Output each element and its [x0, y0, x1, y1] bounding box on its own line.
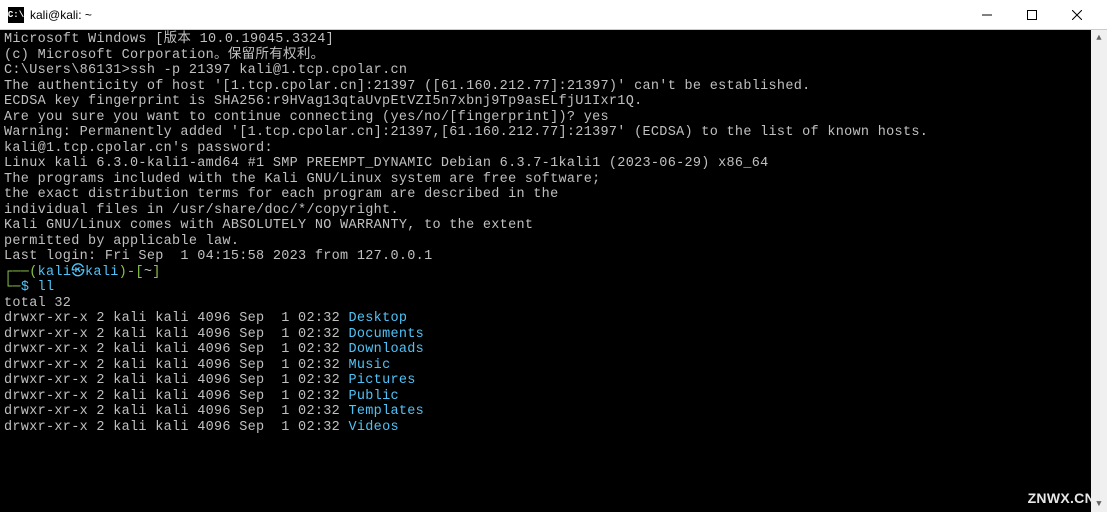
window-title: kali@kali: ~	[30, 8, 964, 22]
close-button[interactable]	[1054, 0, 1099, 30]
terminal-line: Are you sure you want to continue connec…	[4, 110, 1103, 126]
titlebar: C:\ kali@kali: ~	[0, 0, 1107, 30]
terminal-line: Microsoft Windows [版本 10.0.19045.3324]	[4, 32, 1103, 48]
kali-prompt-line2: └─$ ll	[4, 280, 1103, 296]
terminal-line: The programs included with the Kali GNU/…	[4, 172, 1103, 188]
terminal-line: Warning: Permanently added '[1.tcp.cpola…	[4, 125, 1103, 141]
kali-prompt-line1: ┌──(kali㉿kali)-[~]	[4, 265, 1103, 281]
scrollbar[interactable]: ▲ ▼	[1091, 30, 1107, 512]
ls-row: drwxr-xr-x 2 kali kali 4096 Sep 1 02:32 …	[4, 342, 1103, 358]
terminal-output[interactable]: Microsoft Windows [版本 10.0.19045.3324] (…	[0, 30, 1107, 512]
scroll-up-arrow[interactable]: ▲	[1091, 30, 1107, 46]
terminal-line: (c) Microsoft Corporation。保留所有权利。	[4, 48, 1103, 64]
scroll-down-arrow[interactable]: ▼	[1091, 496, 1107, 512]
terminal-line: Kali GNU/Linux comes with ABSOLUTELY NO …	[4, 218, 1103, 234]
ls-row: drwxr-xr-x 2 kali kali 4096 Sep 1 02:32 …	[4, 420, 1103, 436]
watermark: ZNWX.CN	[1028, 490, 1095, 506]
minimize-button[interactable]	[964, 0, 1009, 30]
cmd-icon: C:\	[8, 7, 24, 23]
ls-row: drwxr-xr-x 2 kali kali 4096 Sep 1 02:32 …	[4, 327, 1103, 343]
terminal-line: total 32	[4, 296, 1103, 312]
terminal-line: Last login: Fri Sep 1 04:15:58 2023 from…	[4, 249, 1103, 265]
terminal-line: kali@1.tcp.cpolar.cn's password:	[4, 141, 1103, 157]
directory-name: Downloads	[348, 342, 424, 357]
terminal-line: permitted by applicable law.	[4, 234, 1103, 250]
terminal-line: the exact distribution terms for each pr…	[4, 187, 1103, 203]
ls-row: drwxr-xr-x 2 kali kali 4096 Sep 1 02:32 …	[4, 389, 1103, 405]
window-controls	[964, 0, 1099, 30]
terminal-line: Linux kali 6.3.0-kali1-amd64 #1 SMP PREE…	[4, 156, 1103, 172]
ls-row: drwxr-xr-x 2 kali kali 4096 Sep 1 02:32 …	[4, 404, 1103, 420]
directory-name: Pictures	[348, 373, 415, 388]
terminal-line: individual files in /usr/share/doc/*/cop…	[4, 203, 1103, 219]
terminal-line: The authenticity of host '[1.tcp.cpolar.…	[4, 79, 1103, 95]
directory-name: Music	[348, 358, 390, 373]
directory-name: Desktop	[348, 311, 407, 326]
directory-name: Videos	[348, 420, 398, 435]
scroll-track[interactable]	[1091, 46, 1107, 496]
directory-name: Public	[348, 389, 398, 404]
ls-row: drwxr-xr-x 2 kali kali 4096 Sep 1 02:32 …	[4, 311, 1103, 327]
terminal-line: C:\Users\86131>ssh -p 21397 kali@1.tcp.c…	[4, 63, 1103, 79]
directory-name: Templates	[348, 404, 424, 419]
terminal-line: ECDSA key fingerprint is SHA256:r9HVag13…	[4, 94, 1103, 110]
ls-row: drwxr-xr-x 2 kali kali 4096 Sep 1 02:32 …	[4, 358, 1103, 374]
directory-name: Documents	[348, 327, 424, 342]
ls-row: drwxr-xr-x 2 kali kali 4096 Sep 1 02:32 …	[4, 373, 1103, 389]
maximize-button[interactable]	[1009, 0, 1054, 30]
